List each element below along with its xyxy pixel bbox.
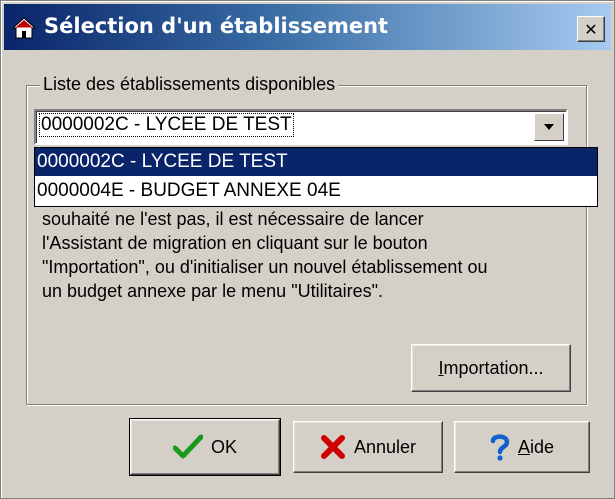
ok-button[interactable]: OK [129, 418, 281, 476]
dialog-window: Sélection d'un établissement ✕ Liste des… [0, 0, 615, 499]
combobox-value: 0000002C - LYCEE DE TEST [39, 113, 294, 137]
description-line: un budget annexe par le menu "Utilitaire… [42, 281, 383, 301]
description-line: "Importation", ou d'initialiser un nouve… [42, 257, 488, 277]
home-icon [11, 16, 37, 40]
cancel-button[interactable]: Annuler [293, 421, 443, 473]
import-button[interactable]: Importation... [411, 344, 571, 392]
ok-button-label: OK [210, 436, 237, 457]
combobox-dropdown-button[interactable] [534, 113, 564, 141]
dropdown-option[interactable]: 0000004E - BUDGET ANNEXE 04E [35, 177, 597, 205]
close-button[interactable]: ✕ [577, 16, 605, 42]
chevron-down-icon [543, 118, 555, 136]
description-text: souhaité ne l'est pas, il est nécessaire… [42, 207, 562, 303]
groupbox-legend: Liste des établissements disponibles [40, 74, 339, 95]
question-icon [490, 433, 510, 461]
red-x-icon [320, 434, 346, 460]
checkmark-icon [172, 434, 203, 460]
close-icon: ✕ [584, 19, 598, 39]
title-bar[interactable]: Sélection d'un établissement ✕ [4, 4, 611, 50]
help-button-label: ide [529, 436, 555, 457]
description-line: l'Assistant de migration en cliquant sur… [42, 233, 428, 253]
window-title: Sélection d'un établissement [44, 14, 389, 38]
import-button-label: mportation... [443, 357, 544, 378]
establishment-combobox[interactable]: 0000002C - LYCEE DE TEST [34, 109, 568, 145]
establishment-dropdown-list: 0000002C - LYCEE DE TEST 0000004E - BUDG… [34, 147, 598, 207]
help-button-mnemonic: A [517, 436, 530, 457]
dropdown-option-selected[interactable]: 0000002C - LYCEE DE TEST [35, 148, 597, 176]
description-line: souhaité ne l'est pas, il est nécessaire… [42, 209, 424, 229]
cancel-button-label: Annuler [353, 436, 417, 457]
help-button[interactable]: Aide [454, 421, 590, 473]
